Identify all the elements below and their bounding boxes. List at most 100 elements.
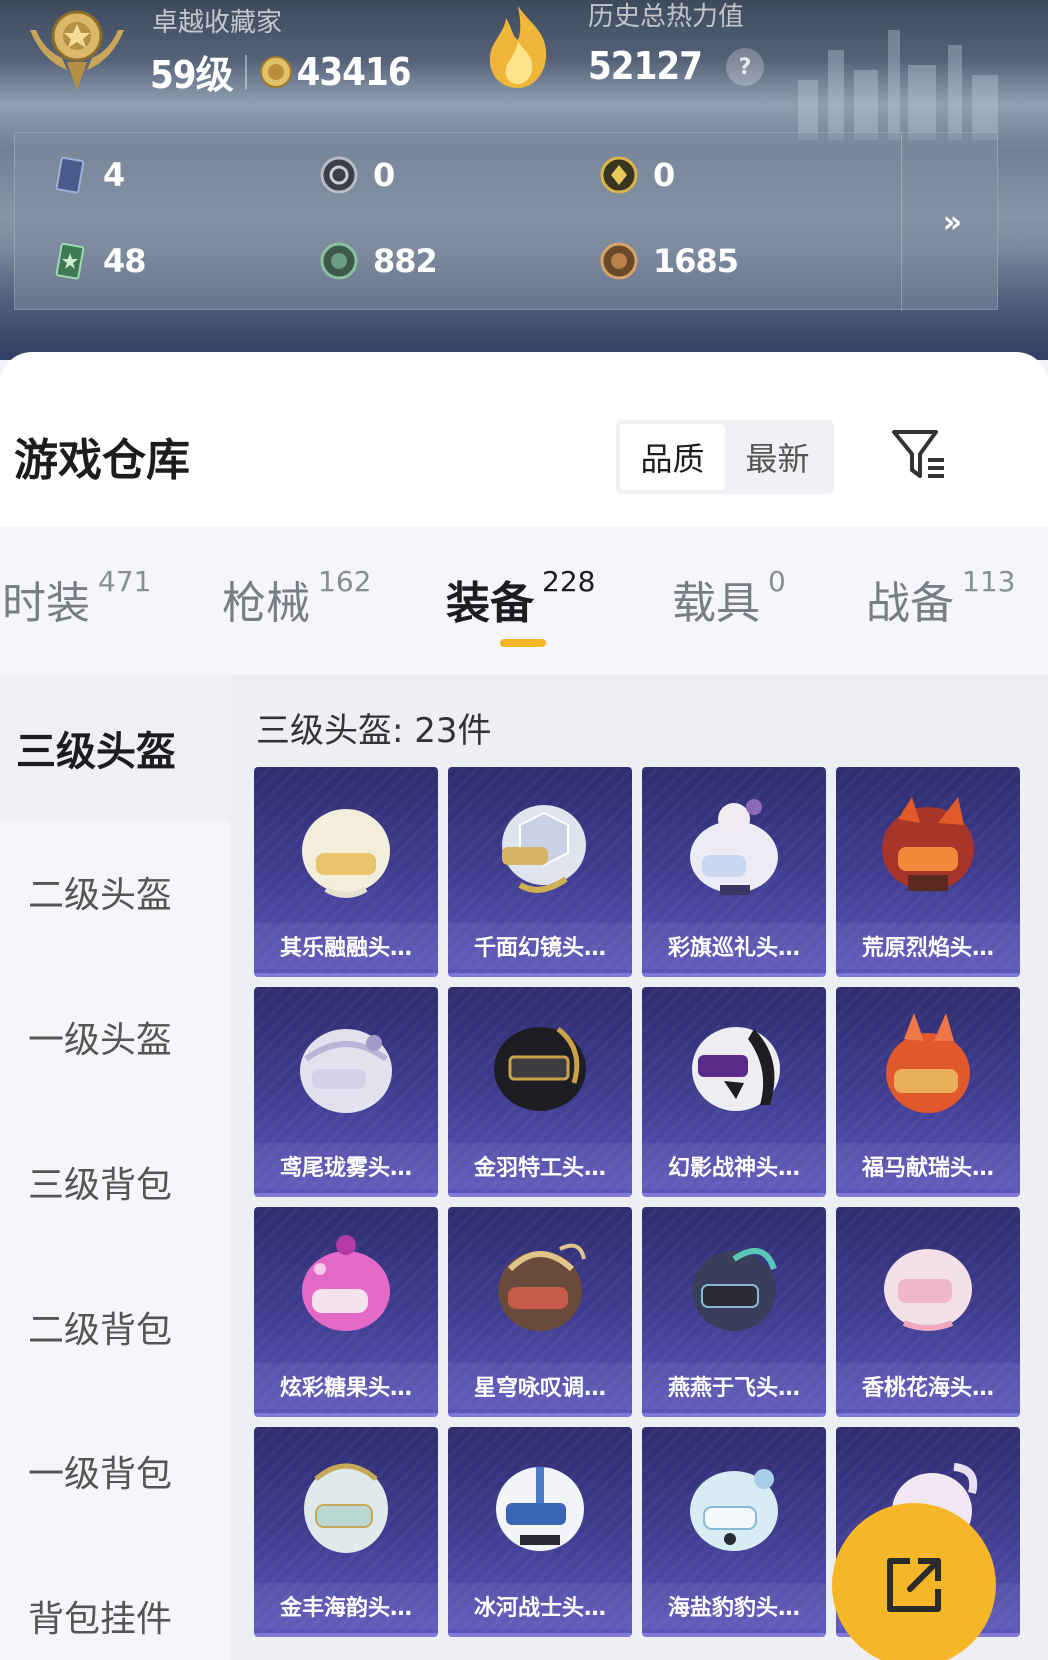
profile-hero: 卓越收藏家 59级 43416 历史总热力值 52127 ? 4 0 0 48 … <box>0 0 1048 360</box>
sort-quality-button[interactable]: 品质 <box>620 424 725 490</box>
coins-value: 43416 <box>296 49 412 94</box>
tab-label: 装备 <box>446 578 534 629</box>
sidebar-item-level2-helmet[interactable]: 二级头盔 <box>0 819 230 965</box>
city-skyline-decoration <box>798 30 998 140</box>
tab-label: 时装 <box>2 578 90 629</box>
tab-count: 113 <box>962 565 1016 598</box>
helmet-icon <box>692 1248 777 1331</box>
sidebar-item-label: 一级头盔 <box>28 1020 173 1061</box>
warehouse-sheet: 游戏仓库 品质 最新 时装 471 枪械 162 装备 228 载具 0 战备 … <box>0 352 1048 1660</box>
tab-guns[interactable]: 枪械 162 <box>222 565 372 631</box>
sidebar-item-level3-backpack[interactable]: 三级背包 <box>0 1109 230 1255</box>
helmet-icon <box>302 809 390 898</box>
item-card[interactable]: 香桃花海头… <box>836 1207 1020 1417</box>
item-name: 鸢尾珑雾头… <box>254 1143 438 1189</box>
sidebar-item-label: 二级头盔 <box>28 875 173 916</box>
help-icon[interactable]: ? <box>726 48 764 86</box>
item-card[interactable]: 炫彩糖果头… <box>254 1207 438 1417</box>
tab-equipment[interactable]: 装备 228 <box>446 565 595 631</box>
stat-green-coin: 882 <box>319 241 438 281</box>
item-name: 荒原烈焰头… <box>836 923 1020 969</box>
item-name: 星穹咏叹调… <box>448 1363 632 1409</box>
item-card[interactable]: 鸢尾珑雾头… <box>254 987 438 1197</box>
section-count: 三级头盔: 23件 <box>256 711 492 751</box>
helmet-icon <box>304 1463 388 1553</box>
item-card[interactable]: 彩旗巡礼头… <box>642 767 826 977</box>
item-card[interactable]: 燕燕于飞头… <box>642 1207 826 1417</box>
stat-card: 4 <box>49 155 125 195</box>
stat-value: 882 <box>373 242 438 280</box>
tab-count: 162 <box>318 565 372 598</box>
level-value: 59级 <box>150 53 234 97</box>
item-name: 金羽特工头… <box>448 1143 632 1189</box>
flame-heat-icon <box>489 6 547 88</box>
stat-silver-token: 0 <box>319 155 395 195</box>
item-card[interactable]: 金丰海韵头… <box>254 1427 438 1637</box>
active-tab-indicator <box>500 639 546 647</box>
green-card-icon <box>55 242 85 280</box>
bronze-coin-icon <box>600 242 638 280</box>
sidebar-item-level3-helmet[interactable]: 三级头盔 <box>0 675 230 821</box>
sidebar-item-label: 一级背包 <box>28 1454 173 1495</box>
helmet-icon <box>302 1235 390 1331</box>
tab-label: 战备 <box>866 578 954 629</box>
sort-newest-button[interactable]: 最新 <box>725 424 830 490</box>
stats-more-button[interactable]: » <box>901 133 997 311</box>
item-name: 香桃花海头… <box>836 1363 1020 1409</box>
helmet-icon <box>300 1029 392 1113</box>
item-name: 燕燕于飞头… <box>642 1363 826 1409</box>
sidebar-item-level2-backpack[interactable]: 二级背包 <box>0 1254 230 1400</box>
heat-label: 历史总热力值 <box>588 2 745 32</box>
item-card[interactable]: 福马献瑞头… <box>836 987 1020 1197</box>
item-name: 其乐融融头… <box>254 923 438 969</box>
item-name: 炫彩糖果头… <box>254 1363 438 1409</box>
tab-count: 471 <box>98 565 152 598</box>
helmet-icon <box>690 1469 778 1551</box>
stat-bronze-coin: 1685 <box>599 241 739 281</box>
subcategory-sidebar: 三级头盔 二级头盔 一级头盔 三级背包 二级背包 一级背包 背包挂件 <box>0 675 230 1660</box>
item-name: 金丰海韵头… <box>254 1583 438 1629</box>
helmet-icon <box>692 1027 780 1111</box>
sidebar-item-level1-helmet[interactable]: 一级头盔 <box>0 964 230 1110</box>
sidebar-item-level1-backpack[interactable]: 一级背包 <box>0 1398 230 1544</box>
item-card[interactable]: 荒原烈焰头… <box>836 767 1020 977</box>
category-tabs: 时装 471 枪械 162 装备 228 载具 0 战备 113 <box>0 527 1048 675</box>
filter-icon[interactable] <box>890 424 950 484</box>
helmet-icon <box>882 797 974 891</box>
item-card[interactable]: 千面幻镜头… <box>448 767 632 977</box>
stat-value: 48 <box>103 242 147 280</box>
tab-label: 枪械 <box>222 578 310 629</box>
stat-value: 0 <box>373 156 395 194</box>
sort-toggle: 品质 最新 <box>616 420 834 494</box>
sidebar-item-label: 三级头盔 <box>16 729 176 775</box>
tab-label: 载具 <box>672 578 760 629</box>
item-card[interactable]: 其乐融融头… <box>254 767 438 977</box>
helmet-icon <box>494 1027 586 1111</box>
double-chevron-right-icon: » <box>942 204 963 240</box>
tab-fashion[interactable]: 时装 471 <box>2 565 152 631</box>
item-card[interactable]: 海盐豹豹头… <box>642 1427 826 1637</box>
stat-gold-token: 0 <box>599 155 675 195</box>
tab-supplies[interactable]: 战备 113 <box>866 565 1016 631</box>
item-name: 冰河战士头… <box>448 1583 632 1629</box>
level-coins-row: 59级 43416 <box>150 44 412 99</box>
stat-green-card: 48 <box>49 241 147 281</box>
stat-value: 1685 <box>653 242 739 280</box>
green-coin-icon <box>320 242 358 280</box>
share-button[interactable] <box>832 1503 996 1660</box>
silver-token-icon <box>320 156 358 194</box>
tab-vehicles[interactable]: 载具 0 <box>672 565 786 631</box>
stat-value: 0 <box>653 156 675 194</box>
sidebar-item-label: 背包挂件 <box>28 1599 173 1640</box>
sidebar-item-label: 三级背包 <box>28 1165 173 1206</box>
divider <box>244 54 247 89</box>
item-card[interactable]: 星穹咏叹调… <box>448 1207 632 1417</box>
helmet-icon <box>884 1249 972 1331</box>
sidebar-item-backpack-charm[interactable]: 背包挂件 <box>0 1543 230 1660</box>
item-card[interactable]: 金羽特工头… <box>448 987 632 1197</box>
item-name: 幻影战神头… <box>642 1143 826 1189</box>
resource-stats-panel[interactable]: 4 0 0 48 882 1685 » <box>14 132 998 311</box>
item-card[interactable]: 冰河战士头… <box>448 1427 632 1637</box>
heat-value: 52127 <box>588 44 703 88</box>
item-card[interactable]: 幻影战神头… <box>642 987 826 1197</box>
